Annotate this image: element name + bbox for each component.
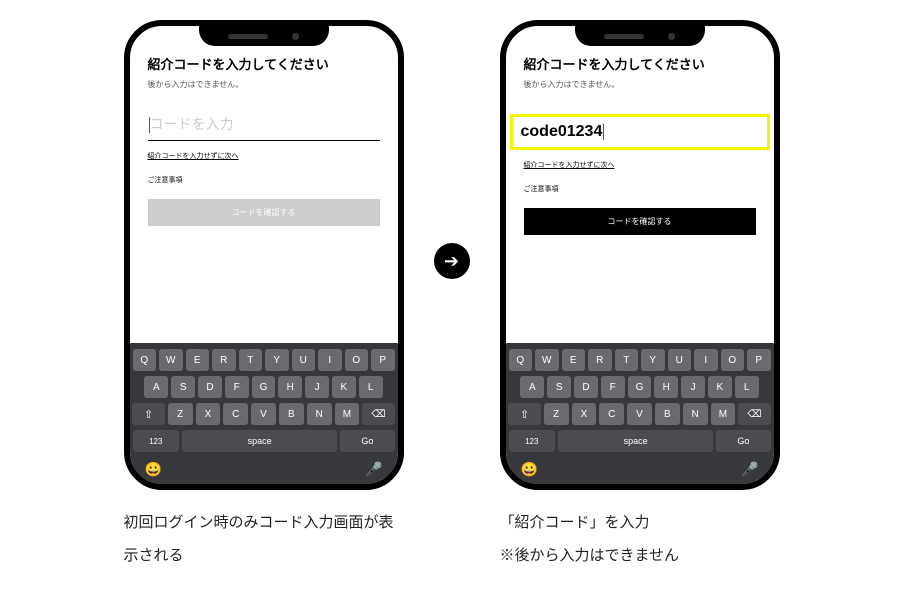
key-f[interactable]: F [225, 376, 249, 398]
key-d[interactable]: D [198, 376, 222, 398]
keyboard-bottom-row: 😀 🎤 [133, 457, 395, 480]
key-z[interactable]: Z [544, 403, 569, 425]
key-q[interactable]: Q [509, 349, 533, 371]
key-y[interactable]: Y [265, 349, 289, 371]
emoji-icon[interactable]: 😀 [145, 461, 162, 478]
key-u[interactable]: U [668, 349, 692, 371]
arrow-icon: ➔ [434, 243, 470, 279]
keyboard-bottom-row: 😀 🎤 [509, 457, 771, 480]
key-r[interactable]: R [588, 349, 612, 371]
keyboard: Q W E R T Y U I O P A S D [130, 343, 398, 484]
key-p[interactable]: P [747, 349, 771, 371]
keyboard-row-2: A S D F G H J K L [133, 376, 395, 398]
keyboard-row-4: 123 space Go [509, 430, 771, 452]
key-x[interactable]: X [196, 403, 221, 425]
key-r[interactable]: R [212, 349, 236, 371]
screen-subtitle: 後から入力はできません。 [148, 79, 380, 90]
key-g[interactable]: G [628, 376, 652, 398]
key-n[interactable]: N [683, 403, 708, 425]
key-go[interactable]: Go [716, 430, 770, 452]
key-e[interactable]: E [562, 349, 586, 371]
key-a[interactable]: A [520, 376, 544, 398]
key-c[interactable]: C [599, 403, 624, 425]
confirm-button[interactable]: コードを確認する [148, 199, 380, 226]
mic-icon[interactable]: 🎤 [365, 461, 382, 478]
key-space[interactable]: space [182, 430, 337, 452]
key-v[interactable]: V [627, 403, 652, 425]
notice-label[interactable]: ご注意事項 [524, 184, 756, 194]
keyboard-row-1: Q W E R T Y U I O P [509, 349, 771, 371]
key-m[interactable]: M [335, 403, 360, 425]
key-i[interactable]: I [694, 349, 718, 371]
keyboard-row-3: ⇧ Z X C V B N M ⌫ [509, 403, 771, 425]
key-123[interactable]: 123 [133, 430, 180, 452]
key-s[interactable]: S [547, 376, 571, 398]
key-z[interactable]: Z [168, 403, 193, 425]
keyboard-row-1: Q W E R T Y U I O P [133, 349, 395, 371]
keyboard-row-3: ⇧ Z X C V B N M ⌫ [133, 403, 395, 425]
keyboard-row-4: 123 space Go [133, 430, 395, 452]
confirm-button[interactable]: コードを確認する [524, 208, 756, 235]
key-b[interactable]: B [279, 403, 304, 425]
code-input-placeholder: コードを入力 [150, 116, 234, 132]
code-input-highlighted[interactable]: code01234 [510, 114, 770, 150]
key-k[interactable]: K [708, 376, 732, 398]
keyboard-row-2: A S D F G H J K L [509, 376, 771, 398]
phone-frame-step2: 紹介コードを入力してください 後から入力はできません。 code01234 紹介… [500, 20, 780, 490]
key-backspace[interactable]: ⌫ [362, 403, 394, 425]
key-d[interactable]: D [574, 376, 598, 398]
key-h[interactable]: H [278, 376, 302, 398]
caption-step1: 初回ログイン時のみコード入力画面が表示される [124, 506, 404, 572]
code-input-value: code01234 [521, 123, 603, 140]
key-w[interactable]: W [535, 349, 559, 371]
key-v[interactable]: V [251, 403, 276, 425]
key-t[interactable]: T [239, 349, 263, 371]
screen-subtitle: 後から入力はできません。 [524, 79, 756, 90]
screen-title: 紹介コードを入力してください [524, 54, 756, 73]
emoji-icon[interactable]: 😀 [521, 461, 538, 478]
skip-link[interactable]: 紹介コードを入力せずに次へ [148, 151, 380, 161]
key-shift[interactable]: ⇧ [508, 403, 540, 425]
key-c[interactable]: C [223, 403, 248, 425]
phone-notch [199, 26, 329, 46]
code-input[interactable]: コードを入力 [148, 114, 380, 141]
key-h[interactable]: H [654, 376, 678, 398]
key-m[interactable]: M [711, 403, 736, 425]
phone-notch [575, 26, 705, 46]
key-x[interactable]: X [572, 403, 597, 425]
key-k[interactable]: K [332, 376, 356, 398]
keyboard: Q W E R T Y U I O P A S D [506, 343, 774, 484]
key-q[interactable]: Q [133, 349, 157, 371]
key-o[interactable]: O [721, 349, 745, 371]
key-o[interactable]: O [345, 349, 369, 371]
key-123[interactable]: 123 [509, 430, 556, 452]
key-a[interactable]: A [144, 376, 168, 398]
skip-link[interactable]: 紹介コードを入力せずに次へ [524, 160, 756, 170]
key-g[interactable]: G [252, 376, 276, 398]
key-backspace[interactable]: ⌫ [738, 403, 770, 425]
key-l[interactable]: L [735, 376, 759, 398]
key-j[interactable]: J [305, 376, 329, 398]
key-space[interactable]: space [558, 430, 713, 452]
key-f[interactable]: F [601, 376, 625, 398]
key-i[interactable]: I [318, 349, 342, 371]
key-go[interactable]: Go [340, 430, 394, 452]
phone-frame-step1: 紹介コードを入力してください 後から入力はできません。 コードを入力 紹介コード… [124, 20, 404, 490]
key-e[interactable]: E [186, 349, 210, 371]
notice-label[interactable]: ご注意事項 [148, 175, 380, 185]
key-b[interactable]: B [655, 403, 680, 425]
key-s[interactable]: S [171, 376, 195, 398]
key-n[interactable]: N [307, 403, 332, 425]
caption-step2: 「紹介コード」を入力 ※後から入力はできません [500, 506, 780, 572]
key-j[interactable]: J [681, 376, 705, 398]
mic-icon[interactable]: 🎤 [741, 461, 758, 478]
key-w[interactable]: W [159, 349, 183, 371]
key-shift[interactable]: ⇧ [132, 403, 164, 425]
key-l[interactable]: L [359, 376, 383, 398]
key-y[interactable]: Y [641, 349, 665, 371]
key-p[interactable]: P [371, 349, 395, 371]
screen-title: 紹介コードを入力してください [148, 54, 380, 73]
key-u[interactable]: U [292, 349, 316, 371]
key-t[interactable]: T [615, 349, 639, 371]
